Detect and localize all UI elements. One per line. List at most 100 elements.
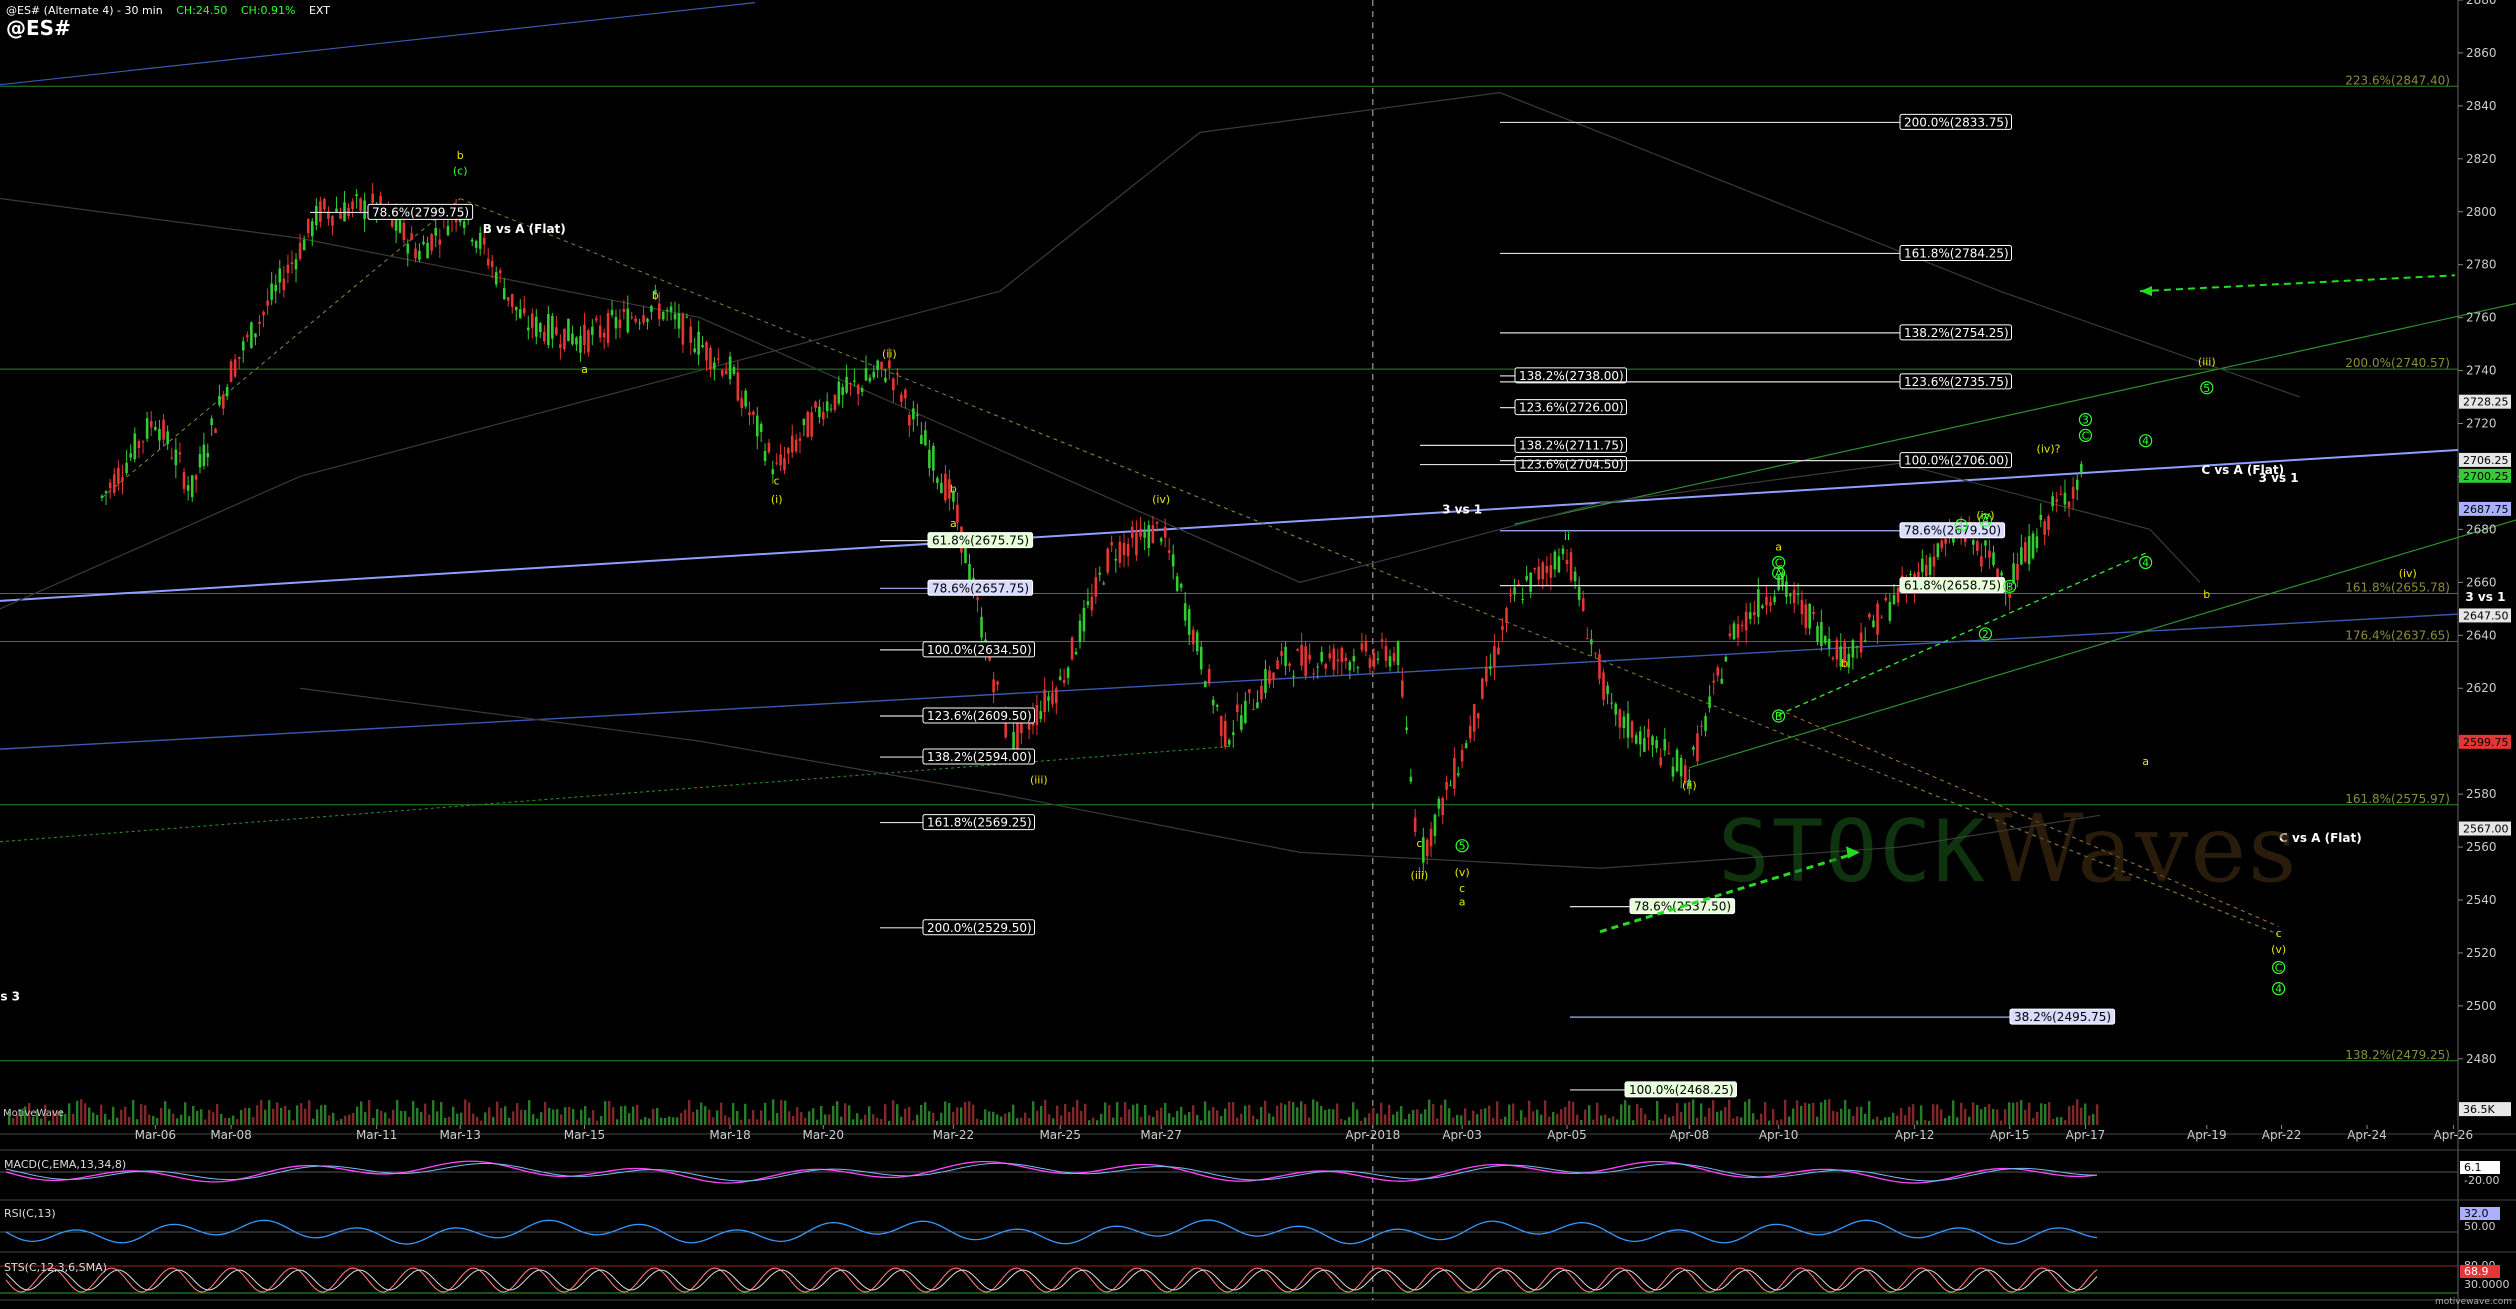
volume-bar bbox=[1092, 1117, 1095, 1125]
volume-bar bbox=[1484, 1108, 1487, 1125]
volume-bar bbox=[2096, 1104, 2099, 1125]
volume-bar bbox=[1964, 1108, 1967, 1125]
candle-body bbox=[681, 313, 685, 345]
fib-label: 200.0%(2833.75) bbox=[1904, 115, 2009, 129]
candle-body bbox=[390, 219, 394, 227]
candle-body bbox=[1296, 649, 1299, 651]
volume-bar bbox=[1564, 1107, 1567, 1125]
volume-bar bbox=[1608, 1118, 1611, 1125]
volume-bar bbox=[100, 1104, 103, 1125]
x-tick-label: Apr-24 bbox=[2347, 1128, 2387, 1142]
volume-bar bbox=[1696, 1117, 1699, 1125]
volume-bar bbox=[1492, 1117, 1495, 1125]
candle-body bbox=[1525, 575, 1528, 581]
candle-body bbox=[2000, 572, 2003, 576]
volume-bar bbox=[932, 1112, 935, 1125]
candle-body bbox=[669, 306, 673, 312]
volume-bar bbox=[1656, 1101, 1659, 1125]
volume-bar bbox=[1336, 1103, 1339, 1125]
volume-bar bbox=[1980, 1109, 1983, 1125]
volume-bar bbox=[1536, 1109, 1539, 1125]
volume-bar bbox=[840, 1116, 843, 1125]
volume-bar bbox=[416, 1107, 419, 1125]
volume-bar bbox=[1640, 1107, 1643, 1125]
candle-body bbox=[583, 324, 586, 346]
candle-body bbox=[1074, 652, 1078, 655]
candle-body bbox=[1472, 704, 1476, 732]
fib-label: 38.2%(2495.75) bbox=[2014, 1010, 2111, 1024]
volume-bar bbox=[1108, 1105, 1111, 1125]
candle-body bbox=[482, 237, 486, 245]
volume-bar bbox=[936, 1120, 939, 1125]
candle-body bbox=[1388, 656, 1392, 667]
volume-bar bbox=[656, 1108, 659, 1125]
candle-body bbox=[1360, 643, 1364, 650]
volume-bar bbox=[1132, 1104, 1135, 1125]
volume-bar bbox=[1668, 1117, 1671, 1125]
fib-label: 61.8%(2675.75) bbox=[932, 534, 1029, 548]
candle-body bbox=[462, 221, 466, 228]
fib-label: 138.2%(2738.00) bbox=[1519, 369, 1624, 383]
volume-bar bbox=[1916, 1120, 1919, 1125]
candle-body bbox=[149, 421, 153, 428]
candle-body bbox=[1647, 728, 1650, 738]
candle-body bbox=[1292, 675, 1295, 677]
volume-bar bbox=[620, 1106, 623, 1125]
candle-body bbox=[1675, 749, 1679, 772]
volume-bar bbox=[1428, 1099, 1431, 1125]
volume-bar bbox=[404, 1111, 407, 1125]
candle-body bbox=[494, 272, 498, 285]
fib-band-label: 200.0%(2740.57) bbox=[2345, 356, 2450, 370]
candle-body bbox=[1098, 572, 1102, 575]
volume-bar bbox=[1128, 1109, 1131, 1125]
volume-bar bbox=[1392, 1114, 1395, 1125]
price-marker-label: 2567.00 bbox=[2463, 823, 2509, 836]
candle-body bbox=[302, 239, 306, 251]
price-chart[interactable]: 223.6%(2847.40)200.0%(2740.57)161.8%(265… bbox=[0, 0, 2516, 1309]
volume-bar bbox=[772, 1099, 775, 1125]
x-tick-label: Mar-08 bbox=[210, 1128, 251, 1142]
volume-bar bbox=[292, 1120, 295, 1125]
candle-body bbox=[1880, 617, 1883, 619]
volume-bar bbox=[1628, 1105, 1631, 1125]
x-tick-label: Apr-05 bbox=[1547, 1128, 1587, 1142]
candle-body bbox=[355, 194, 358, 197]
candle-body bbox=[1055, 688, 1058, 704]
wave-label: B bbox=[2006, 580, 2014, 593]
candle-body bbox=[1356, 667, 1360, 669]
candle-body bbox=[1630, 721, 1634, 738]
volume-bar bbox=[600, 1116, 603, 1125]
volume-bar bbox=[1068, 1111, 1071, 1125]
volume-bar bbox=[180, 1114, 183, 1125]
candle-body bbox=[1561, 548, 1565, 555]
volume-bar bbox=[1524, 1117, 1527, 1125]
x-tick-label: Apr-15 bbox=[1990, 1128, 2030, 1142]
volume-bar bbox=[1904, 1115, 1907, 1125]
x-tick-label: Apr-19 bbox=[2187, 1128, 2227, 1142]
volume-bar bbox=[2056, 1117, 2059, 1125]
volume-bar bbox=[956, 1107, 959, 1125]
wave-label: b bbox=[2203, 588, 2210, 601]
candle-body bbox=[1634, 735, 1638, 744]
volume-bar bbox=[908, 1106, 911, 1125]
candle-body bbox=[371, 193, 374, 204]
volume-bar bbox=[904, 1108, 907, 1125]
volume-bar bbox=[616, 1119, 619, 1125]
volume-bar bbox=[692, 1111, 695, 1125]
volume-bar bbox=[1012, 1104, 1015, 1125]
candle-body bbox=[306, 218, 310, 233]
volume-bar bbox=[220, 1113, 223, 1125]
volume-bar bbox=[216, 1103, 219, 1125]
volume-bar bbox=[328, 1115, 331, 1125]
volume-bar bbox=[1140, 1116, 1143, 1125]
volume-bar bbox=[1204, 1101, 1207, 1125]
candle-body bbox=[794, 439, 798, 452]
volume-bar bbox=[576, 1119, 579, 1125]
candle-body bbox=[241, 341, 245, 351]
candle-body bbox=[1936, 543, 1940, 558]
volume-bar bbox=[256, 1105, 259, 1125]
candle-body bbox=[1252, 708, 1255, 710]
volume-bar bbox=[1260, 1106, 1263, 1125]
volume-bar bbox=[1952, 1100, 1955, 1125]
volume-bar bbox=[832, 1105, 835, 1125]
